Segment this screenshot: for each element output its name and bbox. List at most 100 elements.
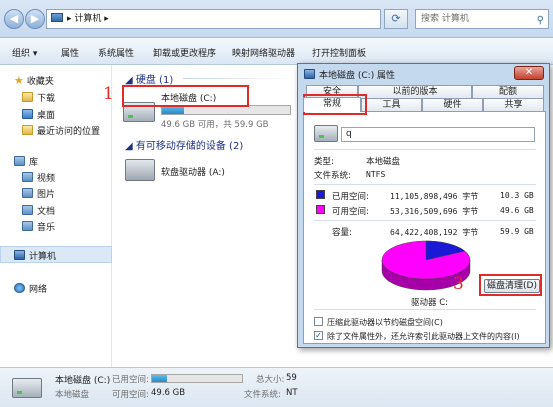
star-icon: ★ bbox=[14, 74, 24, 87]
details-fs-label: 文件系统: bbox=[244, 390, 281, 400]
collapse-arrow-icon: ◢ bbox=[125, 141, 136, 152]
details-drive-icon bbox=[12, 378, 42, 398]
free-color-swatch bbox=[316, 205, 325, 214]
nav-desktop[interactable]: 桌面 bbox=[22, 108, 55, 121]
compress-label: 压缩此驱动器以节约磁盘空间(C) bbox=[327, 318, 443, 327]
capacity-size: 59.9 GB bbox=[500, 227, 534, 236]
library-icon bbox=[14, 156, 25, 166]
close-icon: ✕ bbox=[524, 67, 534, 78]
floppy-drive-icon bbox=[125, 159, 155, 181]
free-space-bytes: 53,316,509,696 字节 bbox=[390, 207, 479, 216]
compress-checkbox[interactable] bbox=[314, 317, 323, 326]
search-icon: ⚲ bbox=[536, 15, 544, 26]
type-label: 类型: bbox=[314, 157, 334, 167]
close-button[interactable]: ✕ bbox=[514, 66, 544, 80]
nav-downloads[interactable]: 下载 bbox=[22, 91, 55, 104]
refresh-button[interactable]: ⟳ bbox=[384, 9, 408, 29]
panel-divider bbox=[314, 220, 536, 221]
address-bar[interactable]: ▸ 计算机 ▸ bbox=[46, 9, 381, 29]
nav-documents[interactable]: 文档 bbox=[22, 204, 55, 217]
annotation-box-1 bbox=[122, 85, 249, 107]
removable-group-header[interactable]: ◢ 有可移动存储的设备 (2) bbox=[125, 137, 243, 152]
tab-previous-versions[interactable]: 以前的版本 bbox=[358, 85, 472, 98]
details-free-label: 可用空间: bbox=[112, 390, 149, 400]
organize-button[interactable]: 组织 ▾ bbox=[12, 46, 37, 59]
system-properties-button[interactable]: 系统属性 bbox=[98, 46, 134, 59]
address-path: 计算机 bbox=[74, 14, 102, 24]
nav-libraries[interactable]: 库 bbox=[14, 155, 38, 168]
details-usage-fill bbox=[152, 375, 168, 382]
used-space-label: 已用空间: bbox=[332, 192, 369, 202]
used-space-bytes: 11,105,898,496 字节 bbox=[390, 192, 479, 201]
pictures-icon bbox=[22, 188, 33, 198]
tab-tools[interactable]: 工具 bbox=[361, 98, 422, 111]
floppy-drive-name: 软盘驱动器 (A:) bbox=[161, 168, 225, 178]
volume-label-input[interactable]: q bbox=[341, 127, 535, 142]
floppy-drive-item[interactable]: 软盘驱动器 (A:) bbox=[121, 155, 271, 187]
uninstall-program-button[interactable]: 卸载或更改程序 bbox=[153, 46, 216, 59]
dropdown-arrow-icon: ▾ bbox=[32, 49, 38, 59]
forward-button[interactable]: ▶ bbox=[25, 9, 45, 29]
drive-title-icon bbox=[304, 69, 315, 79]
annotation-box-3 bbox=[479, 274, 542, 296]
nav-recent-places[interactable]: 最近访问的位置 bbox=[22, 124, 100, 137]
details-pane: 本地磁盘 (C:) 本地磁盘 已用空间: 可用空间: 49.6 GB 总大小: … bbox=[0, 367, 553, 407]
index-checkbox[interactable]: ✓ bbox=[314, 331, 323, 340]
details-drive-type: 本地磁盘 bbox=[55, 390, 90, 400]
network-icon bbox=[14, 283, 25, 293]
documents-icon bbox=[22, 205, 33, 215]
nav-favorites[interactable]: ★ 收藏夹 bbox=[14, 74, 54, 87]
nav-computer[interactable]: 计算机 bbox=[14, 249, 56, 262]
computer-icon bbox=[14, 250, 25, 260]
panel-divider bbox=[314, 184, 536, 185]
search-placeholder: 搜索 计算机 bbox=[421, 14, 469, 24]
forward-arrow-icon: ▶ bbox=[30, 12, 40, 25]
details-total-label: 总大小: bbox=[256, 375, 285, 385]
used-space-size: 10.3 GB bbox=[500, 191, 534, 200]
tab-sharing[interactable]: 共享 bbox=[483, 98, 544, 111]
details-usage-bar bbox=[151, 374, 243, 383]
general-tab-panel: q 类型: 本地磁盘 文件系统: NTFS 已用空间: 11,105,898,4… bbox=[303, 111, 546, 344]
tab-quota[interactable]: 配额 bbox=[472, 85, 544, 98]
group-divider bbox=[183, 78, 293, 79]
refresh-icon: ⟳ bbox=[391, 12, 401, 25]
free-space-size: 49.6 GB bbox=[500, 206, 534, 215]
map-network-drive-button[interactable]: 映射网络驱动器 bbox=[232, 46, 295, 59]
free-space-label: 可用空间: bbox=[332, 207, 369, 217]
dialog-title: 本地磁盘 (C:) 属性 bbox=[304, 68, 395, 81]
type-value: 本地磁盘 bbox=[366, 157, 401, 167]
nav-network[interactable]: 网络 bbox=[14, 282, 47, 295]
open-control-panel-button[interactable]: 打开控制面板 bbox=[312, 46, 366, 59]
details-total-value: 59 bbox=[286, 373, 297, 383]
tab-hardware[interactable]: 硬件 bbox=[422, 98, 483, 111]
search-input[interactable]: 搜索 计算机 ⚲ bbox=[415, 9, 549, 29]
desktop-icon bbox=[22, 109, 33, 119]
address-chevron-icon: ▸ bbox=[101, 14, 109, 24]
address-row: ◀ ▶ ▸ 计算机 ▸ ⟳ 搜索 计算机 ⚲ bbox=[0, 0, 553, 38]
back-arrow-icon: ◀ bbox=[9, 12, 19, 25]
index-label: 除了文件属性外，还允许索引此驱动器上文件的内容(I) bbox=[327, 332, 520, 341]
nav-videos[interactable]: 视频 bbox=[22, 171, 55, 184]
computer-icon bbox=[51, 13, 63, 22]
fs-value: NTFS bbox=[366, 170, 386, 179]
panel-drive-icon bbox=[314, 125, 338, 142]
tab-general[interactable]: 常规 bbox=[303, 97, 361, 112]
hard-disk-group-header[interactable]: ◢ 硬盘 (1) bbox=[125, 71, 173, 86]
panel-divider bbox=[314, 149, 536, 150]
back-button[interactable]: ◀ bbox=[4, 9, 24, 29]
downloads-folder-icon bbox=[22, 92, 33, 102]
drive-c-usage-fill bbox=[162, 106, 184, 114]
details-free-value: 49.6 GB bbox=[151, 388, 186, 398]
command-bar: 组织 ▾ 属性 系统属性 卸载或更改程序 映射网络驱动器 打开控制面板 bbox=[0, 38, 553, 65]
properties-button[interactable]: 属性 bbox=[61, 46, 79, 59]
annotation-number-3: 3 bbox=[453, 274, 464, 294]
music-icon bbox=[22, 221, 33, 231]
panel-divider bbox=[314, 309, 536, 310]
details-fs-value: NT bbox=[286, 388, 298, 398]
fs-label: 文件系统: bbox=[314, 171, 351, 181]
drive-c-free-text: 49.6 GB 可用，共 59.9 GB bbox=[161, 120, 269, 130]
details-used-label: 已用空间: bbox=[112, 375, 149, 385]
nav-pictures[interactable]: 图片 bbox=[22, 187, 55, 200]
recent-places-icon bbox=[22, 125, 33, 135]
nav-music[interactable]: 音乐 bbox=[22, 220, 55, 233]
